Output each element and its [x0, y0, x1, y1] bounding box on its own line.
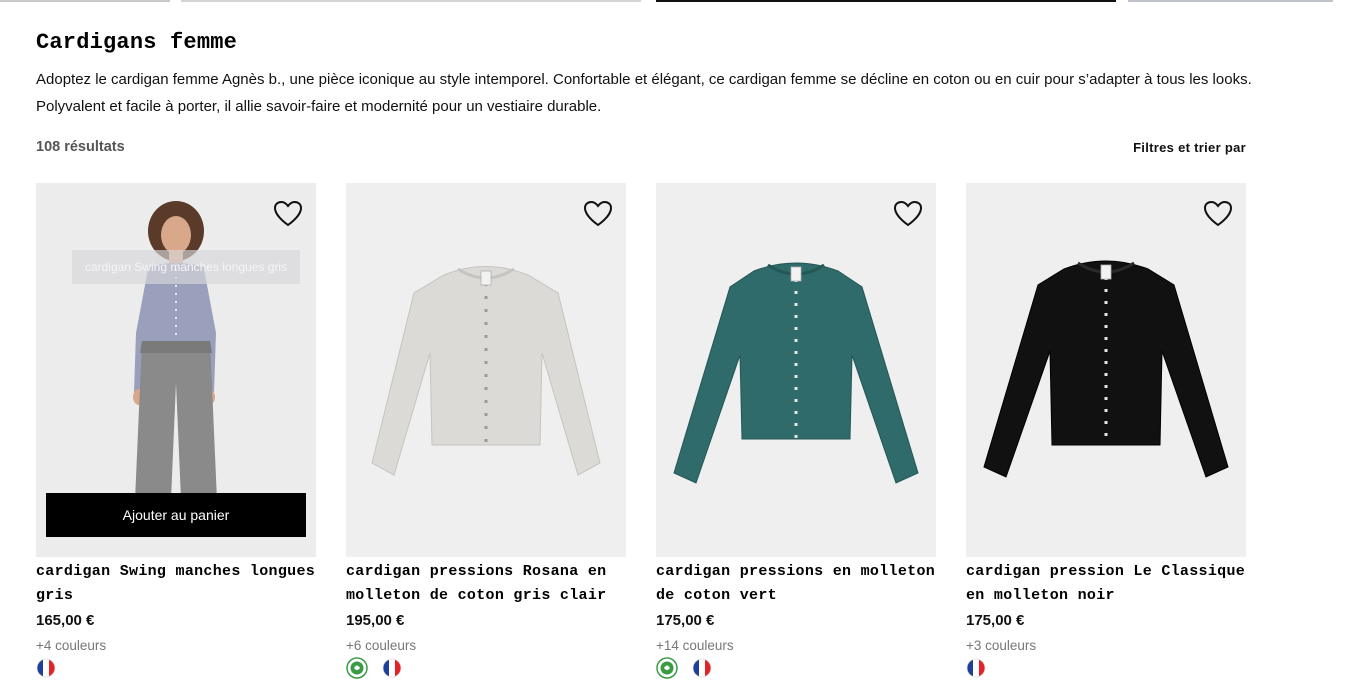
product-image[interactable]: [656, 183, 936, 557]
product-card[interactable]: cardigan pressions Rosana en molleton de…: [346, 183, 626, 681]
product-price: 165,00 €: [36, 612, 95, 629]
french-flag-icon: [692, 658, 712, 683]
cardigan-photo: [371, 266, 601, 476]
product-image[interactable]: cardigan Swing manches longues gris Ajou…: [36, 183, 316, 557]
heart-icon[interactable]: [583, 200, 613, 233]
results-count: 108 résultats: [36, 139, 125, 155]
product-card[interactable]: cardigan pression Le Classique en mollet…: [966, 183, 1246, 681]
color-count[interactable]: +14 couleurs: [656, 637, 936, 655]
product-card[interactable]: cardigan pressions en molleton de coton …: [656, 183, 936, 681]
french-flag-icon: [36, 658, 56, 683]
product-image[interactable]: [346, 183, 626, 557]
color-count[interactable]: +4 couleurs: [36, 637, 316, 655]
color-count[interactable]: +3 couleurs: [966, 637, 1246, 655]
product-name[interactable]: cardigan pression Le Classique en mollet…: [966, 557, 1246, 608]
product-name[interactable]: cardigan pressions Rosana en molleton de…: [346, 557, 626, 608]
product-price: 175,00 €: [966, 612, 1025, 629]
page-title: Cardigans femme: [36, 30, 238, 55]
french-flag-icon: [382, 658, 402, 683]
product-name[interactable]: cardigan pressions en molleton de coton …: [656, 557, 936, 608]
top-image-strip: [0, 0, 1348, 2]
organic-cotton-icon: [346, 656, 368, 684]
image-hover-caption: cardigan Swing manches longues gris: [72, 250, 300, 284]
add-to-cart-button[interactable]: Ajouter au panier: [46, 493, 306, 537]
category-description: Adoptez le cardigan femme Agnès b., une …: [36, 71, 1252, 115]
product-image[interactable]: [966, 183, 1246, 557]
cardigan-photo: [673, 262, 919, 484]
heart-icon[interactable]: [1203, 200, 1233, 233]
product-price: 175,00 €: [656, 612, 715, 629]
heart-icon[interactable]: [273, 200, 303, 233]
filters-sort-button[interactable]: Filtres et trier par: [1133, 140, 1246, 155]
organic-cotton-icon: [656, 656, 678, 684]
color-count[interactable]: +6 couleurs: [346, 637, 626, 655]
cardigan-photo: [983, 260, 1229, 478]
french-flag-icon: [966, 658, 986, 683]
product-name[interactable]: cardigan Swing manches longues gris: [36, 557, 316, 608]
heart-icon[interactable]: [893, 200, 923, 233]
product-card[interactable]: cardigan Swing manches longues gris Ajou…: [36, 183, 316, 681]
product-price: 195,00 €: [346, 612, 405, 629]
